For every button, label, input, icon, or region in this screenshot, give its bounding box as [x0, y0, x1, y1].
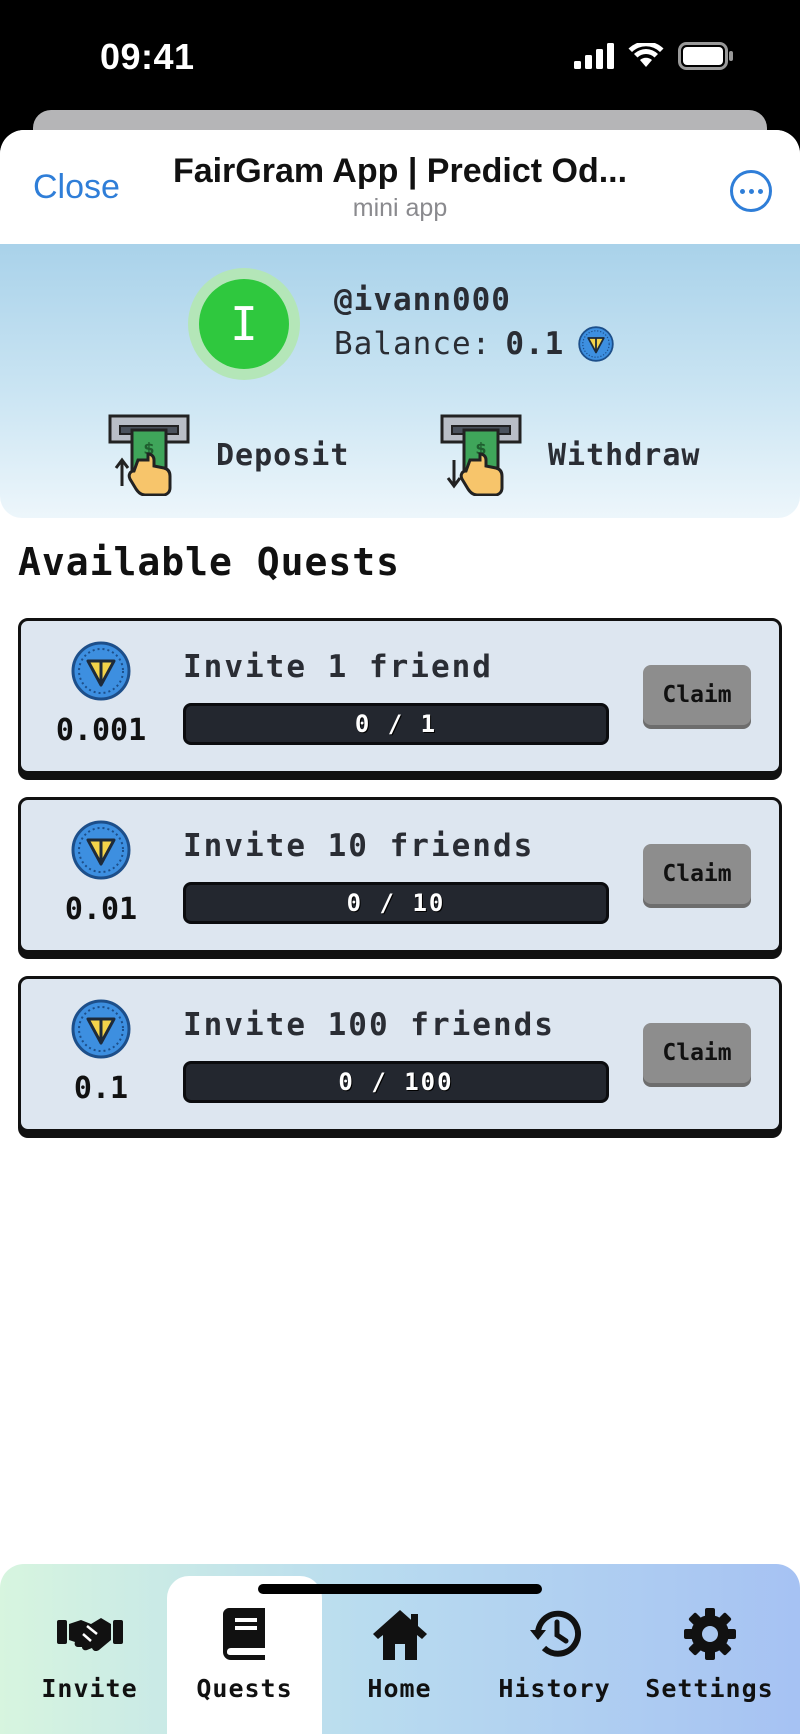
ton-coin-icon [71, 820, 131, 880]
quest-reward: 0.1 [73, 1071, 129, 1106]
quest-title: Invite 100 friends [183, 1007, 555, 1043]
quests-section-title: Available Quests [18, 540, 401, 584]
ton-coin-icon [578, 326, 615, 362]
balance-value: 0.1 [505, 326, 565, 362]
deposit-button[interactable]: $ Deposit [108, 414, 349, 496]
status-icons [574, 42, 734, 70]
tab-label: History [498, 1674, 611, 1703]
battery-icon [678, 42, 733, 70]
app-title: FairGram App | Predict Od... [172, 152, 628, 190]
tab-settings[interactable]: Settings [632, 1576, 787, 1734]
quest-progress-text: 0 / 1 [354, 710, 438, 738]
more-dot [748, 188, 754, 194]
quest-progress-text: 0 / 10 [346, 889, 446, 917]
profile-panel: I @ivann000 Balance: 0.1 $ Deposit $ Wit… [0, 244, 800, 518]
app-subtitle: mini app [352, 194, 448, 222]
quest-title: Invite 10 friends [183, 828, 535, 864]
book-icon [222, 1608, 265, 1660]
home-indicator [258, 1584, 542, 1594]
quest-reward: 0.001 [55, 713, 147, 748]
tab-home[interactable]: Home [322, 1576, 477, 1734]
handshake-icon [56, 1618, 123, 1652]
quest-progress-text: 0 / 100 [338, 1068, 454, 1096]
gear-icon [683, 1608, 736, 1660]
quest-reward: 0.01 [64, 892, 138, 927]
withdraw-button[interactable]: $ Withdraw [440, 414, 701, 496]
ton-coin-icon [71, 999, 131, 1059]
quest-title: Invite 1 friend [183, 649, 493, 685]
more-horizontal-icon [739, 188, 745, 194]
tab-label: Settings [645, 1674, 774, 1703]
quest-card: 0.01 Invite 10 friends 0 / 10 Claim [18, 797, 782, 953]
tab-quests[interactable]: Quests [167, 1576, 322, 1734]
username: @ivann000 [334, 282, 511, 318]
ton-coin-icon [71, 641, 131, 701]
tab-invite[interactable]: Invite [12, 1576, 167, 1734]
mini-app-sheet: Close FairGram App | Predict Od... mini … [0, 130, 800, 1734]
more-dot [757, 188, 763, 194]
tab-label: Home [367, 1674, 432, 1703]
wifi-icon [628, 43, 664, 67]
claim-button[interactable]: Claim [643, 665, 751, 725]
mini-app-header: Close FairGram App | Predict Od... mini … [0, 130, 800, 244]
avatar-letter: I [199, 279, 289, 369]
quest-progress-bar: 0 / 100 [183, 1061, 609, 1103]
quest-progress-bar: 0 / 10 [183, 882, 609, 924]
tab-label: Invite [41, 1674, 138, 1703]
deposit-atm-icon: $ [108, 414, 190, 496]
signal-icon [574, 43, 614, 69]
withdraw-label: Withdraw [548, 437, 701, 473]
history-icon [529, 1610, 581, 1657]
claim-button[interactable]: Claim [643, 1023, 751, 1083]
claim-button[interactable]: Claim [643, 844, 751, 904]
balance-label: Balance: [334, 326, 492, 362]
home-icon [372, 1610, 427, 1660]
tab-label: Quests [196, 1674, 293, 1703]
withdraw-atm-icon: $ [440, 414, 522, 496]
tab-history[interactable]: History [477, 1576, 632, 1734]
balance-row: Balance: 0.1 [334, 326, 615, 362]
deposit-label: Deposit [216, 437, 350, 473]
quest-card: 0.001 Invite 1 friend 0 / 1 Claim [18, 618, 782, 774]
quest-progress-bar: 0 / 1 [183, 703, 609, 745]
status-time: 09:41 [100, 36, 195, 77]
avatar[interactable]: I [188, 268, 300, 380]
more-options-button[interactable] [730, 170, 772, 212]
quest-card: 0.1 Invite 100 friends 0 / 100 Claim [18, 976, 782, 1132]
